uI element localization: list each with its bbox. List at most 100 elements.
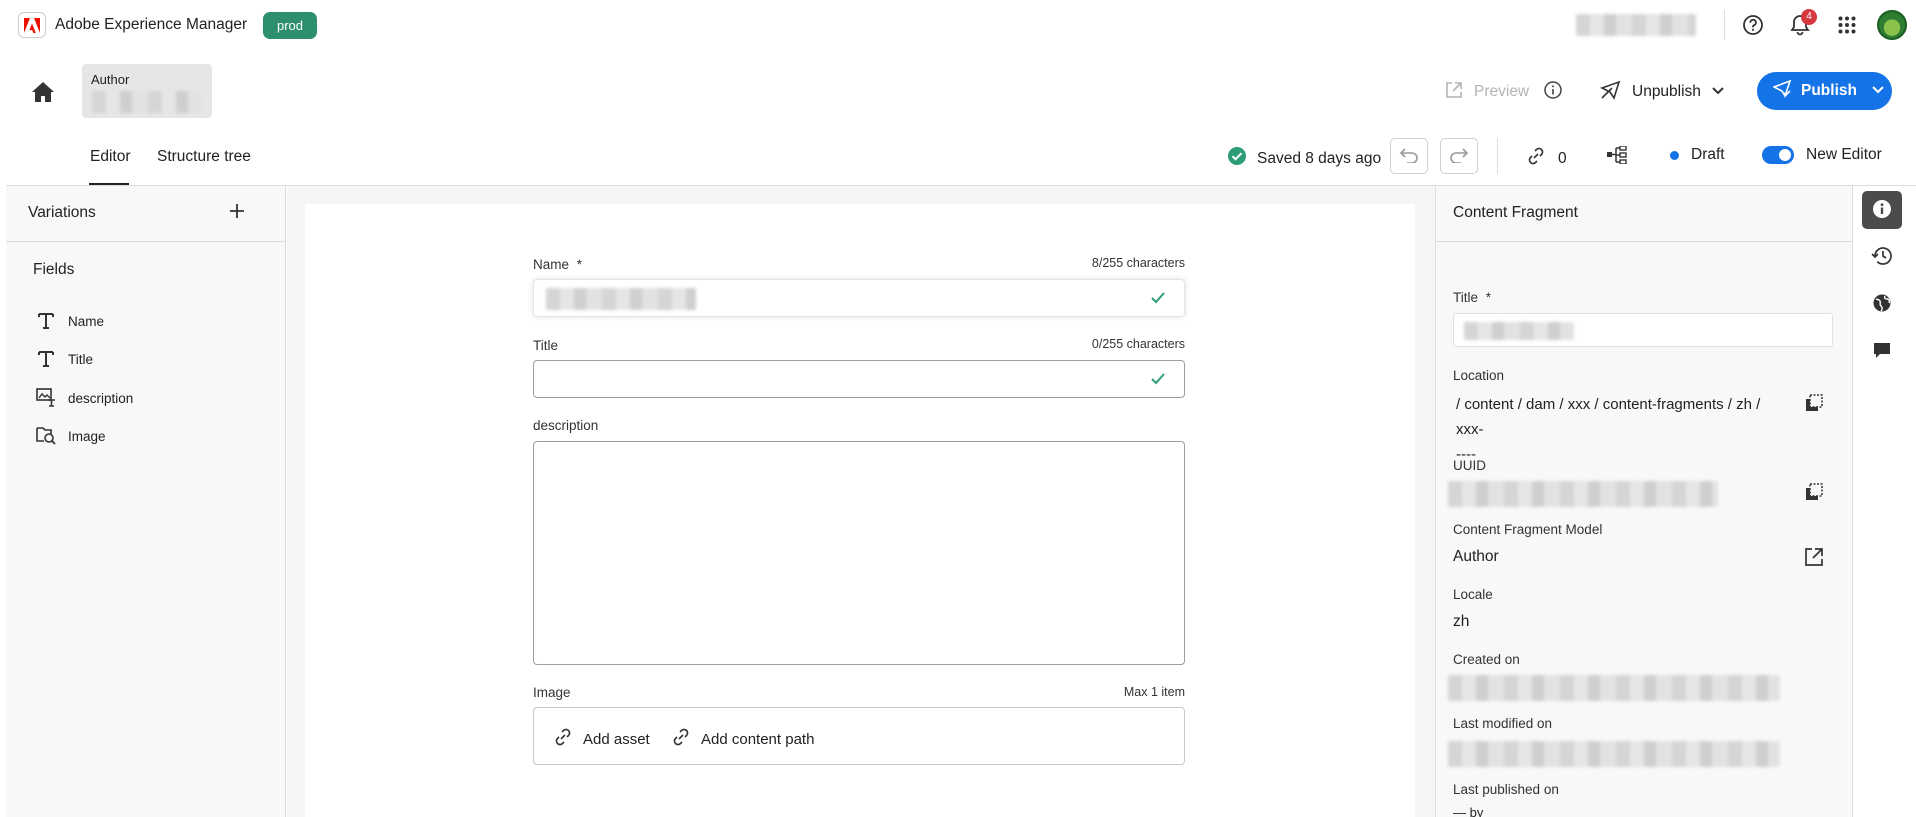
add-asset-button[interactable]: Add asset <box>553 727 650 751</box>
comments-rail-button[interactable] <box>1862 332 1902 370</box>
name-input[interactable] <box>533 279 1185 317</box>
notification-count-badge: 4 <box>1801 9 1817 25</box>
asset-search-icon <box>36 425 56 448</box>
open-external-icon[interactable] <box>1804 547 1824 567</box>
fields-title: Fields <box>33 261 75 278</box>
publish-icon <box>1772 79 1793 103</box>
divider <box>1724 10 1725 40</box>
home-icon[interactable] <box>30 80 58 106</box>
check-circle-icon <box>1227 146 1247 171</box>
adobe-logo[interactable] <box>18 12 46 38</box>
new-editor-label: New Editor <box>1806 146 1882 163</box>
copy-icon[interactable] <box>1804 393 1824 413</box>
text-icon <box>36 310 56 333</box>
image-field-label: Image <box>533 685 571 700</box>
copy-icon[interactable] <box>1804 482 1824 502</box>
description-textarea[interactable] <box>533 441 1185 665</box>
title-property-input[interactable] <box>1453 313 1833 347</box>
title-property-label-text: Title <box>1453 290 1479 305</box>
toggle-switch[interactable] <box>1762 146 1794 164</box>
check-icon <box>1150 291 1166 305</box>
references-button[interactable]: 0 <box>1526 146 1567 171</box>
structure-tree-icon[interactable] <box>1606 145 1630 166</box>
field-item-title[interactable]: Title <box>36 348 93 371</box>
field-item-name[interactable]: Name <box>36 310 104 333</box>
location-label: Location <box>1453 368 1505 383</box>
created-on-label: Created on <box>1453 652 1520 667</box>
divider <box>1497 138 1498 174</box>
publish-button[interactable]: Publish <box>1757 72 1892 110</box>
field-item-label: Title <box>68 352 94 367</box>
info-icon <box>1872 199 1892 222</box>
variations-title: Variations <box>28 204 96 221</box>
uuid-label: UUID <box>1453 458 1486 473</box>
chevron-down-icon <box>1711 83 1725 101</box>
org-name-redacted[interactable] <box>1576 14 1696 36</box>
link-icon <box>671 727 691 751</box>
environment-badge: prod <box>263 12 318 39</box>
info-icon[interactable] <box>1543 80 1565 102</box>
description-field-label: description <box>533 418 599 433</box>
history-rail-button[interactable] <box>1862 238 1902 276</box>
last-modified-label: Last modified on <box>1453 716 1553 731</box>
info-rail-button[interactable] <box>1862 191 1902 229</box>
redo-icon <box>1449 147 1469 166</box>
references-count: 0 <box>1558 149 1567 167</box>
locale-value: zh <box>1453 613 1470 630</box>
name-char-count: 8/255 characters <box>1091 256 1185 270</box>
new-editor-toggle[interactable]: New Editor <box>1762 146 1882 164</box>
required-mark: * <box>576 257 583 272</box>
field-item-image[interactable]: Image <box>36 425 106 448</box>
chevron-down-icon[interactable] <box>1871 82 1885 100</box>
publish-label: Publish <box>1801 82 1857 99</box>
draft-status: Draft <box>1670 146 1725 164</box>
uuid-value-redacted <box>1448 481 1718 507</box>
locale-label: Locale <box>1453 587 1493 602</box>
divider <box>1436 241 1852 242</box>
name-value-redacted <box>546 288 696 310</box>
unpublish-label: Unpublish <box>1632 83 1701 100</box>
tab-structure-tree[interactable]: Structure tree <box>157 148 251 166</box>
saved-status: Saved 8 days ago <box>1227 146 1381 171</box>
app-title: Adobe Experience Manager <box>55 16 248 33</box>
top-bar: Adobe Experience Manager prod 4 <box>0 0 1916 50</box>
link-icon <box>1526 146 1546 171</box>
breadcrumb-path-redacted <box>92 91 202 113</box>
title-property-label: Title * <box>1453 290 1491 305</box>
created-on-value-redacted <box>1448 675 1780 701</box>
redo-button[interactable] <box>1440 138 1478 174</box>
properties-panel-title: Content Fragment <box>1453 204 1578 221</box>
title-field-label: Title <box>533 338 559 353</box>
title-input[interactable] <box>533 360 1185 398</box>
rich-text-icon <box>36 387 56 410</box>
check-icon <box>1150 372 1166 386</box>
globe-icon <box>1872 293 1892 316</box>
left-panel <box>6 186 286 817</box>
field-item-label: Image <box>68 429 106 444</box>
history-icon <box>1871 246 1893 269</box>
title-char-count: 0/255 characters <box>1091 337 1185 351</box>
undo-button[interactable] <box>1390 138 1428 174</box>
user-avatar[interactable] <box>1877 10 1907 40</box>
unpublish-icon <box>1599 80 1622 105</box>
last-published-label: Last published on <box>1453 782 1559 797</box>
text-icon <box>36 348 56 371</box>
unpublish-button[interactable]: Unpublish <box>1599 80 1725 105</box>
add-content-path-button[interactable]: Add content path <box>671 727 814 751</box>
draft-label: Draft <box>1691 146 1725 163</box>
last-modified-value-redacted <box>1448 741 1780 767</box>
help-icon[interactable] <box>1741 13 1765 37</box>
tab-editor[interactable]: Editor <box>90 148 131 166</box>
field-item-description[interactable]: description <box>36 387 133 410</box>
languages-rail-button[interactable] <box>1862 285 1902 323</box>
apps-grid-icon[interactable] <box>1835 13 1859 37</box>
add-asset-label: Add asset <box>583 730 650 748</box>
add-variation-plus-icon[interactable] <box>228 202 246 220</box>
field-item-label: description <box>68 391 134 406</box>
breadcrumb-label: Author <box>91 72 130 87</box>
preview-button[interactable]: Preview <box>1444 80 1529 104</box>
image-max-items: Max 1 item <box>1123 685 1185 699</box>
add-content-path-label: Add content path <box>701 730 815 748</box>
link-icon <box>553 727 573 751</box>
breadcrumb[interactable]: Author <box>82 64 212 118</box>
